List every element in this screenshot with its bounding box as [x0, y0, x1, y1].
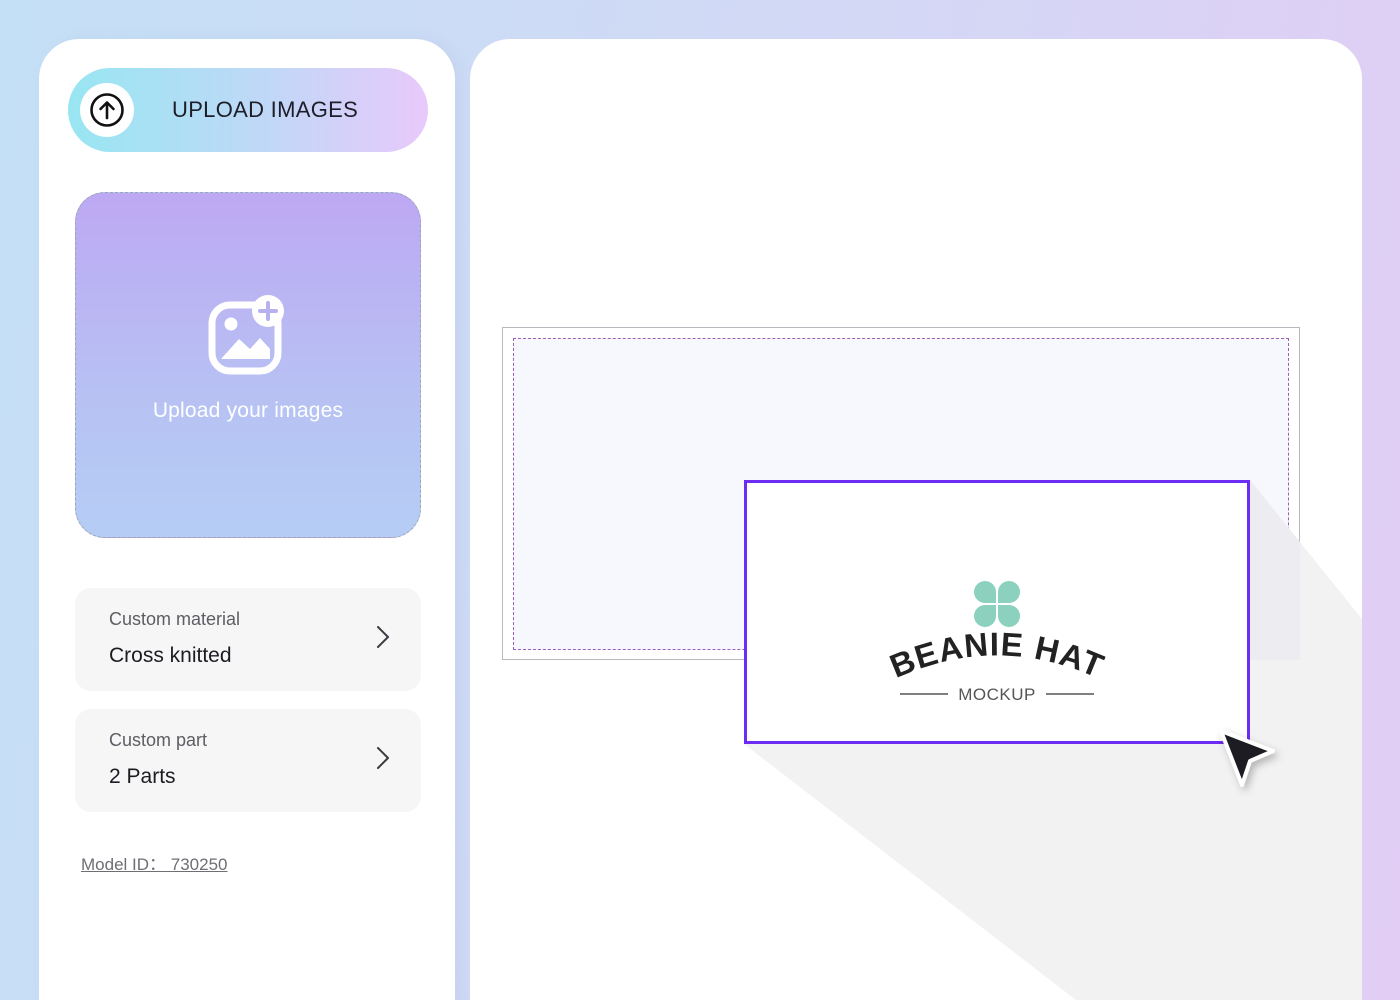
- chevron-right-icon: [377, 626, 389, 648]
- dropzone-text: Upload your images: [152, 399, 344, 422]
- image-dropzone[interactable]: Upload your images: [75, 192, 421, 538]
- mockup-design-layer[interactable]: BEANIE HAT MOCKUP: [744, 480, 1250, 744]
- upload-images-button[interactable]: UPLOAD IMAGES: [68, 68, 428, 152]
- model-id-link[interactable]: Model ID： 730250: [81, 850, 227, 875]
- custom-part-label: Custom part: [109, 730, 208, 750]
- chevron-right-icon: [377, 747, 389, 769]
- custom-part-option[interactable]: Custom part 2 Parts: [75, 709, 421, 812]
- upload-icon-badge: [80, 83, 134, 137]
- custom-part-value: 2 Parts: [109, 765, 176, 788]
- svg-text:BEANIE HAT: BEANIE HAT: [884, 625, 1109, 685]
- custom-material-value: Cross knitted: [109, 644, 232, 667]
- clover-logo: [974, 581, 1020, 627]
- beanie-hat-logo: BEANIE HAT MOCKUP: [884, 581, 1109, 704]
- left-sidebar: UPLOAD IMAGES Upload your images Custom …: [39, 39, 455, 1000]
- upload-images-label: UPLOAD IMAGES: [172, 97, 359, 122]
- arrow-up-circle-icon: [90, 93, 124, 127]
- add-image-icon: [208, 295, 284, 375]
- custom-material-label: Custom material: [109, 609, 241, 629]
- mockup-subtitle: MOCKUP: [958, 685, 1036, 704]
- design-canvas-panel: BEANIE HAT MOCKUP: [470, 39, 1362, 1000]
- pointer-cursor-icon: [1219, 729, 1275, 787]
- custom-material-option[interactable]: Custom material Cross knitted: [75, 588, 421, 691]
- mockup-title: BEANIE HAT: [884, 625, 1108, 685]
